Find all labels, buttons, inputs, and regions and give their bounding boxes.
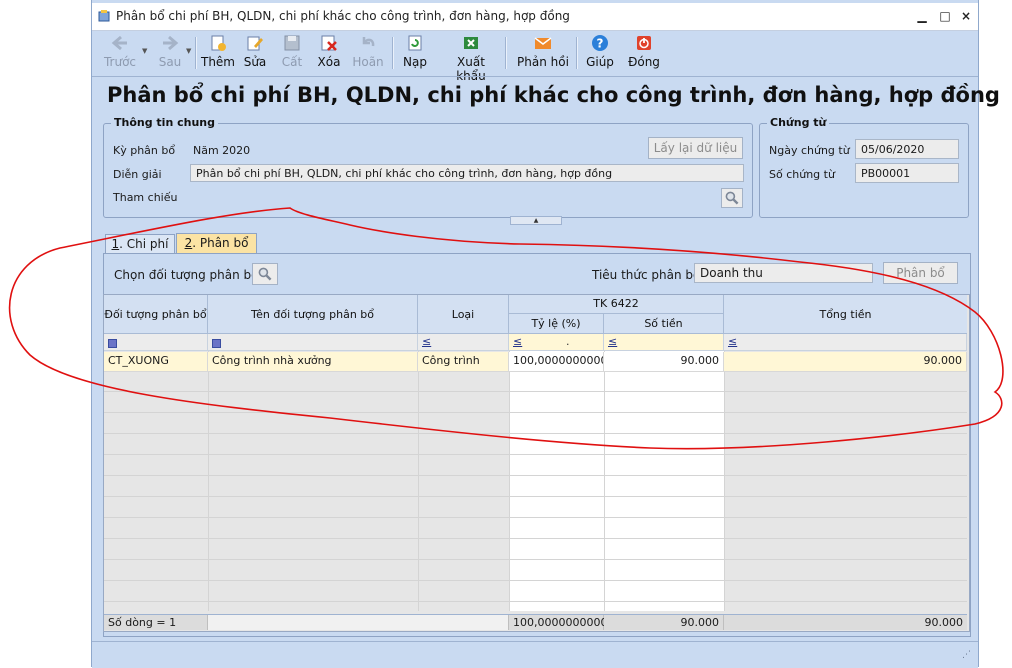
red-annotation-overlay (8, 207, 1004, 450)
annotation-ellipse (8, 207, 1004, 450)
